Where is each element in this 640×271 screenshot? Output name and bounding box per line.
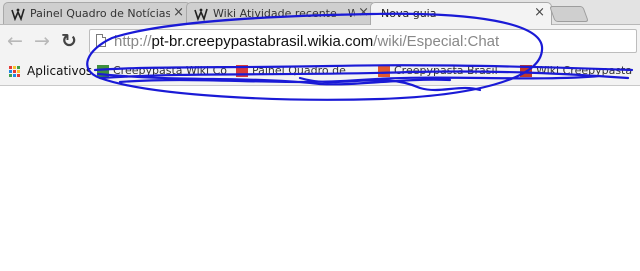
tab-title: Painel Quadro de Notícias [30, 7, 170, 20]
close-icon[interactable]: × [534, 6, 545, 20]
bookmark-label: Wiki Creepypasta [536, 64, 633, 77]
url-scheme: http:// [114, 33, 152, 50]
bookmark-item[interactable]: Wiki Creepypasta [520, 64, 632, 78]
url-host: pt-br.creepypastabrasil.wikia.com [151, 33, 374, 50]
tab-painel[interactable]: Painel Quadro de Notícias × [3, 2, 191, 24]
tab-title: Wiki Atividade recente - W [213, 7, 355, 20]
wikia-tab-icon [194, 8, 208, 21]
bookmark-item[interactable]: Creepypasta Brasil [378, 64, 498, 78]
apps-label[interactable]: Aplicativos [27, 64, 92, 78]
bookmark-item[interactable]: Creepypasta Wiki Co [97, 64, 227, 78]
page-icon [96, 34, 106, 47]
toolbar: ← → ↻ http://pt-br.creepypastabrasil.wik… [0, 25, 640, 58]
close-icon[interactable]: × [358, 6, 369, 20]
tab-nova-guia[interactable]: Nova guia × [370, 2, 552, 25]
bookmark-icon [236, 65, 248, 77]
bookmark-label: Painel Quadro de [252, 64, 346, 77]
bookmark-label: Creepypasta Brasil [394, 64, 498, 77]
close-icon[interactable]: × [173, 6, 184, 20]
tab-title: Nova guia [381, 7, 437, 20]
bookmark-icon [378, 65, 390, 77]
bookmark-label: Creepypasta Wiki Co [113, 64, 228, 77]
bookmark-icon [520, 65, 532, 77]
address-bar[interactable]: http://pt-br.creepypastabrasil.wikia.com… [89, 29, 637, 53]
url-path: /wiki/Especial:Chat [373, 33, 500, 50]
apps-icon[interactable] [9, 66, 21, 78]
browser-window: Painel Quadro de Notícias × Wiki Ativida… [0, 0, 640, 271]
forward-icon[interactable]: → [32, 31, 52, 51]
bookmark-item[interactable]: Painel Quadro de [236, 64, 346, 78]
tab-strip: Painel Quadro de Notícias × Wiki Ativida… [0, 0, 640, 25]
back-icon[interactable]: ← [5, 31, 25, 51]
new-tab-button[interactable] [549, 6, 589, 22]
reload-icon[interactable]: ↻ [59, 31, 79, 51]
page-content [0, 86, 640, 271]
wikia-tab-icon [11, 8, 25, 21]
bookmark-icon [97, 65, 109, 77]
url-text: http://pt-br.creepypastabrasil.wikia.com… [114, 33, 499, 50]
bookmarks-bar: Aplicativos Creepypasta Wiki Co Painel Q… [0, 58, 640, 86]
tab-atividade[interactable]: Wiki Atividade recente - W × [186, 2, 376, 24]
